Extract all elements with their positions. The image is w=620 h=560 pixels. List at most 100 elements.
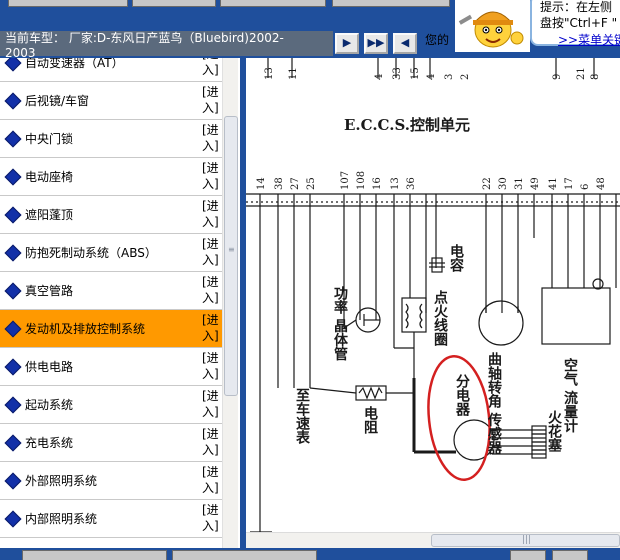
menu-item-sunroof[interactable]: 遮阳蓬顶 [进入] bbox=[0, 196, 222, 234]
enter-link[interactable]: [进入] bbox=[202, 312, 220, 344]
pin-label-9: 22 bbox=[482, 177, 493, 190]
pin-label-8: 36 bbox=[406, 177, 417, 190]
menu-item-central-lock[interactable]: 中央门锁 [进入] bbox=[0, 120, 222, 158]
blue-diamond-icon bbox=[4, 206, 22, 223]
nav-last-button[interactable]: ▶▶ bbox=[364, 33, 388, 54]
blue-diamond-icon bbox=[4, 282, 22, 299]
enter-link[interactable]: [进入] bbox=[202, 58, 220, 78]
menu-item-label: 电动座椅 bbox=[25, 169, 74, 184]
menu-item-exterior-lighting[interactable]: 外部照明系统 [进入] bbox=[0, 462, 222, 500]
diagram-horizontal-scrollbar[interactable]: ||| bbox=[246, 532, 620, 548]
menu-item-interior-lighting[interactable]: 内部照明系统 [进入] bbox=[0, 500, 222, 538]
label-airflow-meter: 空气 流量计 bbox=[562, 357, 579, 434]
top-pin-label-10: 8 bbox=[590, 74, 601, 80]
menu-item-label: 起动系统 bbox=[25, 397, 74, 412]
menu-item-label: 中央门锁 bbox=[25, 131, 74, 146]
menu-item-engine-emissions[interactable]: 发动机及排放控制系统 [进入] bbox=[0, 310, 222, 348]
bottom-tab-3[interactable] bbox=[510, 550, 546, 560]
system-menu-pane: 自动变速器（AT） [进入] 后视镜/车窗 [进入] 中央门锁 [进入] 电动座… bbox=[0, 58, 240, 548]
hint-text-line-2: 盘按"Ctrl+F " bbox=[540, 16, 618, 30]
bottom-tab-4[interactable] bbox=[552, 550, 588, 560]
blue-diamond-icon bbox=[4, 434, 22, 451]
blue-diamond-icon bbox=[4, 472, 22, 489]
menu-keyword-link[interactable]: >>菜单关键 bbox=[558, 31, 620, 48]
enter-link[interactable]: [进入] bbox=[202, 502, 220, 534]
label-crank-sensor: 曲轴转角 传感器 bbox=[486, 351, 503, 456]
pin-label-13: 41 bbox=[548, 177, 559, 190]
pin-label-2: 27 bbox=[290, 177, 301, 190]
blue-diamond-icon bbox=[4, 244, 22, 261]
pin-label-12: 49 bbox=[530, 177, 541, 190]
enter-link[interactable]: [进入] bbox=[202, 160, 220, 192]
pin-label-10: 30 bbox=[498, 177, 509, 190]
menu-scroll-thumb[interactable]: ≡ bbox=[224, 116, 238, 396]
menu-item-label: 供电电路 bbox=[25, 359, 74, 374]
label-power-transistor: 功率 晶体管 bbox=[332, 286, 348, 361]
pin-label-5: 108 bbox=[356, 171, 367, 190]
enter-link[interactable]: [进入] bbox=[202, 388, 220, 420]
enter-link[interactable]: [进入] bbox=[202, 274, 220, 306]
top-pin-label-7: 2 bbox=[460, 74, 471, 80]
enter-link[interactable]: [进入] bbox=[202, 350, 220, 382]
menu-item-vacuum-lines[interactable]: 真空管路 [进入] bbox=[0, 272, 222, 310]
blue-diamond-icon bbox=[4, 510, 22, 527]
enter-link[interactable]: [进入] bbox=[202, 84, 220, 116]
wiring-diagram: 13 11 4 33 15 4 3 2 9 21 8 14 38 27 25 107 108 16 13 36 22 3… bbox=[246, 58, 620, 532]
pin-label-1: 38 bbox=[274, 177, 285, 190]
pin-label-16: 48 bbox=[596, 177, 607, 190]
toolbar-tab-1[interactable] bbox=[8, 0, 128, 7]
menu-item-label: 内部照明系统 bbox=[25, 511, 98, 526]
toolbar-tab-4[interactable] bbox=[332, 0, 450, 7]
top-pin-label-2: 4 bbox=[374, 74, 385, 80]
diagram-title: E.C.C.S.控制单元 bbox=[344, 116, 470, 134]
menu-item-automatic-transmission[interactable]: 自动变速器（AT） [进入] bbox=[0, 58, 222, 82]
enter-link[interactable]: [进入] bbox=[202, 426, 220, 458]
menu-item-abs[interactable]: 防抱死制动系统（ABS） [进入] bbox=[0, 234, 222, 272]
toolbar-tab-3[interactable] bbox=[220, 0, 326, 7]
enter-link[interactable]: [进入] bbox=[202, 198, 220, 230]
menu-item-power-seats[interactable]: 电动座椅 [进入] bbox=[0, 158, 222, 196]
diagram-scroll-thumb[interactable]: ||| bbox=[431, 534, 620, 547]
toolbar-tab-2[interactable] bbox=[132, 0, 216, 7]
menu-item-mirrors-windows[interactable]: 后视镜/车窗 [进入] bbox=[0, 82, 222, 120]
grip-lines-icon: ≡ bbox=[228, 245, 235, 254]
label-to-speedometer: 至车速表 bbox=[294, 388, 311, 445]
blue-diamond-icon bbox=[4, 130, 22, 147]
enter-link[interactable]: [进入] bbox=[202, 236, 220, 268]
blue-diamond-icon bbox=[4, 358, 22, 375]
menu-item-label: 发动机及排放控制系统 bbox=[25, 321, 146, 336]
enter-link[interactable]: [进入] bbox=[202, 122, 220, 154]
menu-item-power-supply[interactable]: 供电电路 [进入] bbox=[0, 348, 222, 386]
cartoon-mechanic-icon bbox=[455, 0, 530, 52]
bottom-tab-2[interactable] bbox=[172, 550, 317, 560]
nav-next-button[interactable]: ▶ bbox=[335, 33, 359, 54]
nav-prev-button[interactable]: ◀ bbox=[393, 33, 417, 54]
pin-label-11: 31 bbox=[514, 177, 525, 190]
menu-item-label: 自动变速器（AT） bbox=[25, 58, 124, 70]
bottom-tab-1[interactable] bbox=[22, 550, 167, 560]
status-text: 您的 bbox=[425, 33, 450, 47]
top-pin-label-8: 9 bbox=[552, 74, 563, 80]
top-toolbar: 当前车型： 厂家:D-东风日产蓝鸟（Bluebird)2002-2003 ▶ ▶… bbox=[0, 0, 620, 58]
pin-label-15: 6 bbox=[580, 184, 591, 190]
enter-link[interactable]: [进入] bbox=[202, 464, 220, 496]
menu-item-charging-system[interactable]: 充电系统 [进入] bbox=[0, 424, 222, 462]
highlight-circle bbox=[427, 355, 491, 481]
label-spark-plug: 火花塞 bbox=[546, 410, 562, 453]
menu-item-label: 真空管路 bbox=[25, 283, 74, 298]
menu-scrollbar[interactable]: ≡ bbox=[222, 58, 238, 548]
wiring-diagram-pane: 13 11 4 33 15 4 3 2 9 21 8 14 38 27 25 107 108 16 13 36 22 3… bbox=[246, 58, 620, 532]
bottom-toolbar bbox=[0, 548, 620, 560]
menu-item-label: 充电系统 bbox=[25, 435, 74, 450]
menu-item-label: 防抱死制动系统（ABS） bbox=[25, 245, 157, 260]
top-pin-label-4: 15 bbox=[410, 67, 421, 80]
hint-text-line-1: 提示：在左侧 bbox=[540, 0, 613, 14]
top-pin-label-6: 3 bbox=[444, 74, 455, 80]
label-resistor: 电阻 bbox=[362, 405, 378, 434]
blue-diamond-icon bbox=[4, 320, 22, 337]
menu-item-starting-system[interactable]: 起动系统 [进入] bbox=[0, 386, 222, 424]
pin-label-3: 25 bbox=[306, 177, 317, 190]
pin-label-0: 14 bbox=[256, 177, 267, 190]
blue-diamond-icon bbox=[4, 58, 22, 71]
grip-lines-icon: ||| bbox=[522, 535, 532, 545]
